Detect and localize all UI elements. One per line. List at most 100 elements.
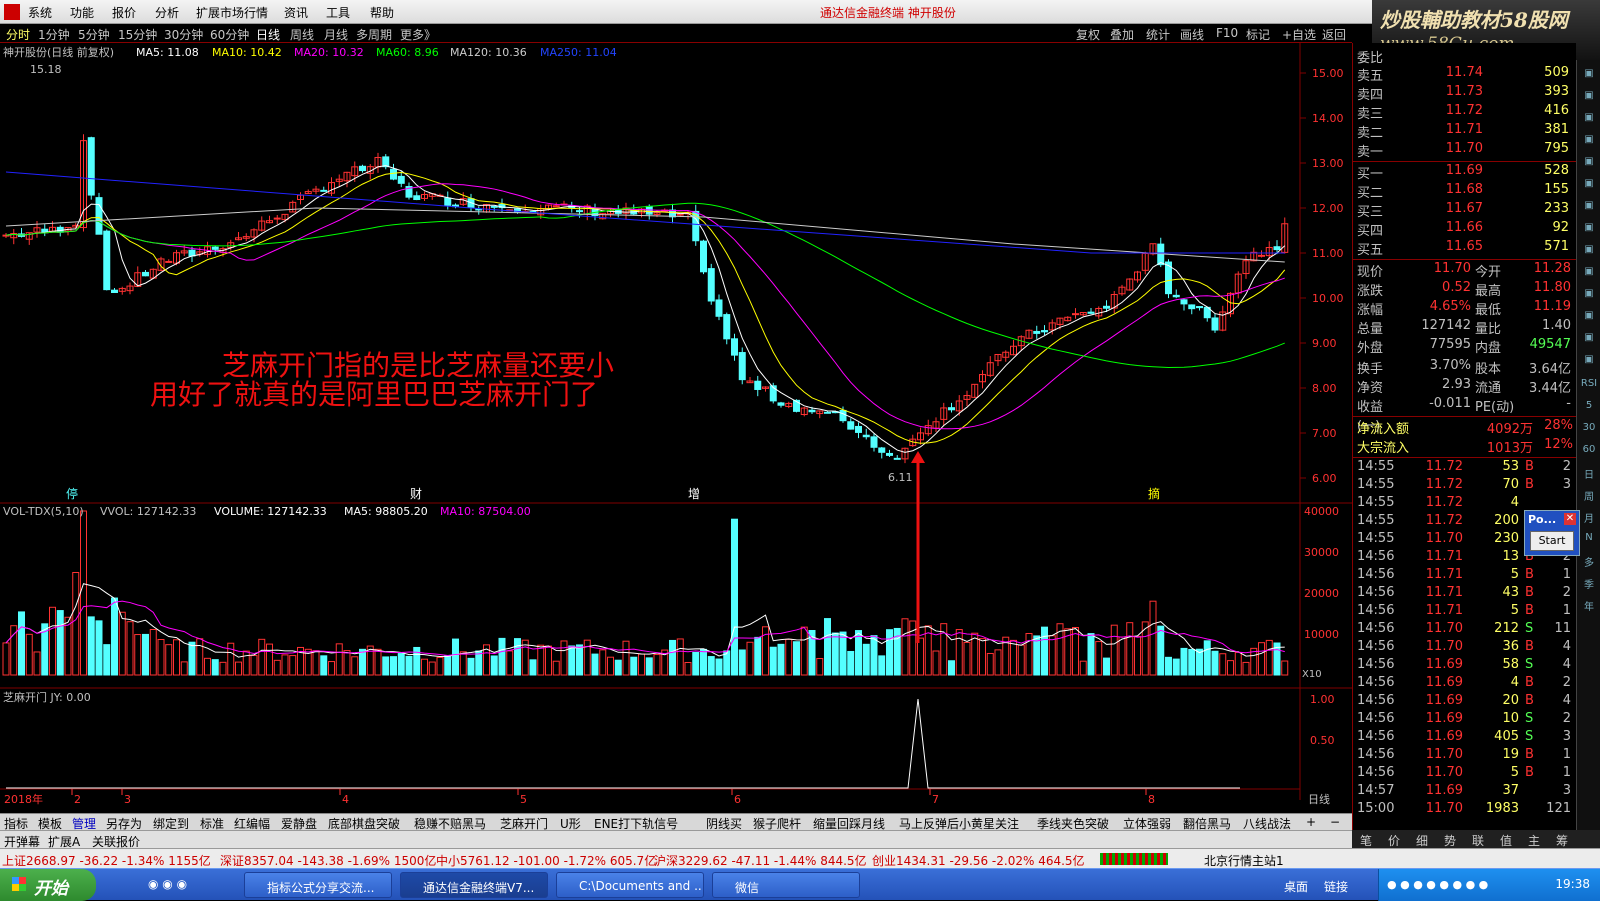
volume-bar [204, 657, 211, 676]
right-tab[interactable]: 主 [1528, 832, 1540, 849]
tool-icon[interactable]: ▣ [1579, 310, 1599, 321]
toolbar-links[interactable]: 链接 [1324, 878, 1348, 895]
tool-icon[interactable]: ▣ [1579, 112, 1599, 123]
event-mark-4[interactable]: 摘 [1148, 486, 1160, 501]
right-tab[interactable]: 值 [1500, 832, 1512, 849]
right-tab[interactable]: 联 [1472, 832, 1484, 849]
task-formula-share[interactable]: 指标公式分享交流... [244, 872, 392, 898]
formula-add-button[interactable]: + [1306, 815, 1316, 829]
bid-row: 买三 11.67 233 [1353, 201, 1577, 220]
tool-period-3[interactable]: 60 [1579, 444, 1599, 455]
tool-restore-right[interactable]: 复权 [1076, 26, 1100, 43]
period-tab-timeshare[interactable]: 分时 [6, 26, 30, 43]
volume-bar [591, 653, 599, 676]
period-tab-multi[interactable]: 多周期 [356, 26, 392, 43]
tool-period-8[interactable]: 多 [1579, 554, 1599, 569]
period-tab-5min[interactable]: 5分钟 [78, 26, 110, 43]
candle-body [862, 434, 870, 438]
tool-overlay[interactable]: 叠加 [1110, 26, 1134, 43]
tool-icon[interactable]: ▣ [1579, 178, 1599, 189]
popup-start-button[interactable]: Start [1530, 531, 1574, 551]
tool-mark[interactable]: 标记 [1246, 26, 1270, 43]
right-tab[interactable]: 价 [1388, 832, 1400, 849]
kline-chart[interactable]: 15.00 14.00 13.00 12.00 11.00 10.00 9.00 8.00 7.… [0, 43, 1352, 813]
period-tab-30min[interactable]: 30分钟 [164, 26, 203, 43]
period-tab-monthly[interactable]: 月线 [324, 26, 348, 43]
tool-icon[interactable]: ▣ [1579, 354, 1599, 365]
index-cy[interactable]: 创业1434.31 -29.56 -2.02% 464.5亿 [872, 852, 1085, 869]
tool-back[interactable]: 返回 [1322, 26, 1346, 43]
menu-news[interactable]: 资讯 [284, 4, 308, 21]
tool-stats[interactable]: 统计 [1146, 26, 1170, 43]
start-button[interactable]: 开始 [0, 869, 96, 901]
index-sh[interactable]: 上证2668.97 -36.22 -1.34% 1155亿 [2, 852, 211, 869]
toolbar-desktop[interactable]: 桌面 [1284, 878, 1308, 895]
tool-period-4[interactable]: 日 [1579, 466, 1599, 481]
tool-f10[interactable]: F10 [1216, 26, 1238, 40]
event-mark-3[interactable]: 增 [688, 487, 700, 501]
menu-system[interactable]: 系统 [28, 4, 52, 21]
menu-function[interactable]: 功能 [70, 4, 94, 21]
tool-add-favorite[interactable]: +自选 [1282, 26, 1316, 43]
index-hs[interactable]: 沪深3229.62 -47.11 -1.44% 844.5亿 [654, 852, 867, 869]
volume-bar [583, 639, 591, 676]
tool-period-9[interactable]: 季 [1579, 576, 1599, 591]
tool-draw[interactable]: 画线 [1180, 26, 1204, 43]
tool-icon[interactable]: ▣ [1579, 156, 1599, 167]
tool-period-2[interactable]: 30 [1579, 422, 1599, 433]
menu-help[interactable]: 帮助 [370, 4, 394, 21]
candle-body [723, 314, 731, 340]
tool-icon[interactable]: ▣ [1579, 244, 1599, 255]
tool-period-5[interactable]: 周 [1579, 488, 1599, 503]
tool-icon[interactable]: ▣ [1579, 68, 1599, 79]
tool-period-0[interactable]: RSI [1579, 378, 1599, 389]
menu-tools[interactable]: 工具 [326, 4, 350, 21]
right-tab[interactable]: 笔 [1360, 832, 1372, 849]
event-mark-2[interactable]: 财 [410, 487, 422, 501]
task-tdx-terminal[interactable]: 通达信金融终端V7... [400, 872, 548, 898]
tool-icon[interactable]: ▣ [1579, 90, 1599, 101]
right-tab[interactable]: 细 [1416, 832, 1428, 849]
tool-period-10[interactable]: 年 [1579, 598, 1599, 613]
vol-legend-name: VOL-TDX(5,10) [3, 505, 84, 518]
tool-icon[interactable]: ▣ [1579, 134, 1599, 145]
popup-window[interactable]: Po... ✕ Start [1524, 510, 1580, 556]
period-tab-daily[interactable]: 日线 [256, 26, 280, 43]
quicklaunch-icons[interactable]: ◉ ◉ ◉ [148, 877, 187, 891]
tool-period-1[interactable]: 5 [1579, 400, 1599, 411]
period-tab-15min[interactable]: 15分钟 [118, 26, 157, 43]
ask-price: 11.73 [1445, 84, 1483, 99]
tray-icons[interactable]: ● ● ● ● ● ● ● ● [1387, 878, 1488, 891]
right-tab[interactable]: 筹 [1556, 832, 1568, 849]
period-tab-1min[interactable]: 1分钟 [38, 26, 70, 43]
index-zx[interactable]: 中小5761.12 -101.00 -1.72% 605.7亿 [436, 852, 656, 869]
stat-label: 量比 [1475, 322, 1502, 337]
popup-close-icon[interactable]: ✕ [1564, 513, 1576, 525]
index-sz[interactable]: 深证8357.04 -143.38 -1.69% 1500亿 [220, 852, 436, 869]
event-mark-1[interactable]: 停 [66, 486, 78, 501]
tick-price: 11.69 [1425, 783, 1463, 798]
menu-ext-market[interactable]: 扩展市场行情 [196, 4, 268, 21]
tool-icon[interactable]: ▣ [1579, 222, 1599, 233]
tool-icon[interactable]: ▣ [1579, 200, 1599, 211]
task-wechat[interactable]: 微信 [712, 872, 860, 898]
period-tab-weekly[interactable]: 周线 [290, 26, 314, 43]
bid-label: 买三 [1357, 205, 1384, 220]
tick-price: 11.72 [1425, 495, 1463, 510]
task-explorer[interactable]: C:\Documents and ... [556, 872, 704, 898]
formula-remove-button[interactable]: − [1330, 815, 1340, 829]
volume-bar [707, 656, 715, 676]
menu-quote[interactable]: 报价 [112, 4, 136, 21]
tool-period-7[interactable]: N [1579, 532, 1599, 543]
tool-period-6[interactable]: 月 [1579, 510, 1599, 525]
right-tab[interactable]: 势 [1444, 832, 1456, 849]
tick-row: 14:56 11.70 19 B 1 [1353, 747, 1577, 765]
menu-analysis[interactable]: 分析 [155, 4, 179, 21]
tool-icon[interactable]: ▣ [1579, 288, 1599, 299]
period-tab-more[interactable]: 更多》 [400, 26, 436, 43]
volume-bar [343, 650, 351, 676]
tool-icon[interactable]: ▣ [1579, 332, 1599, 343]
period-tab-60min[interactable]: 60分钟 [210, 26, 249, 43]
tool-icon[interactable]: ▣ [1579, 266, 1599, 277]
tick-count: 4 [1562, 657, 1571, 672]
